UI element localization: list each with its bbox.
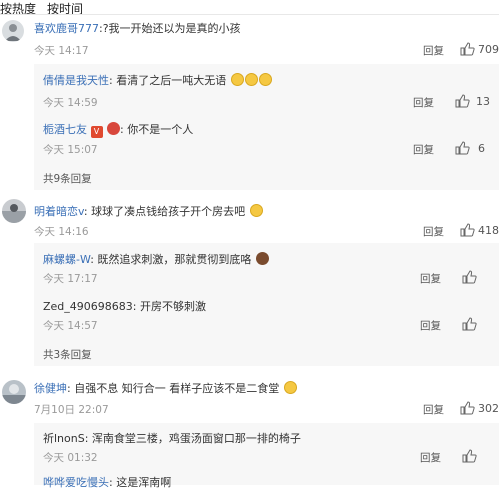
username[interactable]: 倩倩是我天性 xyxy=(43,74,109,87)
sweat-smile-emoji xyxy=(230,73,272,87)
timestamp: 今天 14:17 xyxy=(34,45,89,57)
like-button[interactable] xyxy=(461,316,477,335)
reply-1-body: 麻螺螺-W: 既然追求刺激，那就贯彻到底咯 xyxy=(43,251,269,267)
timestamp: 今天 15:07 xyxy=(43,144,98,156)
smirk-emoji xyxy=(249,204,263,217)
avatar[interactable] xyxy=(2,199,26,223)
reply-button[interactable]: 回复 xyxy=(423,224,444,239)
reply-button[interactable]: 回复 xyxy=(413,142,434,157)
reply-text: : 开房不够刺激 xyxy=(132,300,206,313)
comment-text: : 自强不息 知行合一 看样子应该不是二食堂 xyxy=(67,382,280,395)
thumb-up-icon xyxy=(455,141,470,155)
timestamp: 7月10日 22:07 xyxy=(34,404,109,416)
reply-1-body: 倩倩是我天性: 看清了之后一吨大无语 xyxy=(43,72,272,88)
like-count: 13 xyxy=(476,95,490,108)
monkey-emoji xyxy=(255,252,269,265)
thumb-up-icon xyxy=(460,223,475,237)
reply-text: : 浑南食堂三楼，鸡蛋汤面窗口那一排的椅子 xyxy=(84,432,301,445)
username[interactable]: 麻螺螺-W xyxy=(43,253,90,266)
reply-2-body: 哗哗爱吃慢头: 这是浑南啊 xyxy=(43,474,171,490)
thumb-up-icon xyxy=(462,270,477,284)
heart-emoji xyxy=(107,122,120,135)
reply-button[interactable]: 回复 xyxy=(420,318,441,333)
thumb-up-icon xyxy=(460,401,475,415)
avatar[interactable] xyxy=(2,380,26,404)
username[interactable]: 明着暗恋v xyxy=(34,205,84,218)
reply-button[interactable]: 回复 xyxy=(420,450,441,465)
reply-button[interactable]: 回复 xyxy=(423,43,444,58)
verified-badge-icon: V xyxy=(90,126,103,138)
username[interactable]: 徐健坤 xyxy=(34,382,67,395)
thumb-up-icon xyxy=(462,449,477,463)
smile-emoji xyxy=(283,381,297,394)
username[interactable]: 喜欢鹿哥777 xyxy=(34,22,99,35)
thumb-up-icon xyxy=(455,94,470,108)
reply-button[interactable]: 回复 xyxy=(420,271,441,286)
reply-2-body: Zed_490698683: 开房不够刺激 xyxy=(43,298,206,314)
like-button[interactable] xyxy=(461,269,477,288)
timestamp: 今天 14:57 xyxy=(43,320,98,332)
username[interactable]: 祈lnonS xyxy=(43,432,85,445)
more-replies-link[interactable]: 共3条回复 xyxy=(43,347,92,362)
thumb-up-icon xyxy=(462,317,477,331)
timestamp: 今天 14:59 xyxy=(43,97,98,109)
timestamp: 今天 17:17 xyxy=(43,273,98,285)
more-replies-link[interactable]: 共9条回复 xyxy=(43,171,92,186)
username[interactable]: Zed_490698683 xyxy=(43,300,133,313)
username[interactable]: 栀酒七友 xyxy=(43,123,87,136)
like-count: 6 xyxy=(478,142,485,155)
reply-1-body: 祈lnonS: 浑南食堂三楼，鸡蛋汤面窗口那一排的椅子 xyxy=(43,430,301,446)
like-count: 302 xyxy=(478,402,499,415)
reply-text: : 你不是一个人 xyxy=(120,123,194,136)
avatar[interactable] xyxy=(2,20,24,42)
like-button[interactable] xyxy=(454,140,470,159)
username[interactable]: 哗哗爱吃慢头 xyxy=(43,476,109,489)
comment-text: : 球球了凑点钱给孩子开个房去吧 xyxy=(83,205,246,218)
tab-divider xyxy=(0,14,499,15)
reply-text: : 既然追求刺激，那就贯彻到底咯 xyxy=(90,253,252,266)
timestamp: 今天 01:32 xyxy=(43,452,98,464)
like-button[interactable] xyxy=(459,222,475,241)
timestamp: 今天 14:16 xyxy=(34,226,89,238)
comment-1-body: 喜欢鹿哥777:?我一开始还以为是真的小孩 xyxy=(34,20,241,36)
reply-text: : 看清了之后一吨大无语 xyxy=(109,74,227,87)
like-button[interactable] xyxy=(459,400,475,419)
reply-button[interactable]: 回复 xyxy=(423,402,444,417)
reply-button[interactable]: 回复 xyxy=(413,95,434,110)
like-button[interactable] xyxy=(461,448,477,467)
like-count: 709 xyxy=(478,43,499,56)
like-button[interactable] xyxy=(454,93,470,112)
comment-3-body: 徐健坤: 自强不息 知行合一 看样子应该不是二食堂 xyxy=(34,380,297,396)
comment-text: :?我一开始还以为是真的小孩 xyxy=(99,22,241,35)
reply-text: : 这是浑南啊 xyxy=(109,476,172,489)
reply-2-body: 栀酒七友 V : 你不是一个人 xyxy=(43,121,193,138)
thumb-up-icon xyxy=(460,42,475,56)
comment-2-body: 明着暗恋v: 球球了凑点钱给孩子开个房去吧 xyxy=(34,203,263,219)
like-count: 418 xyxy=(478,224,499,237)
like-button[interactable] xyxy=(459,41,475,60)
